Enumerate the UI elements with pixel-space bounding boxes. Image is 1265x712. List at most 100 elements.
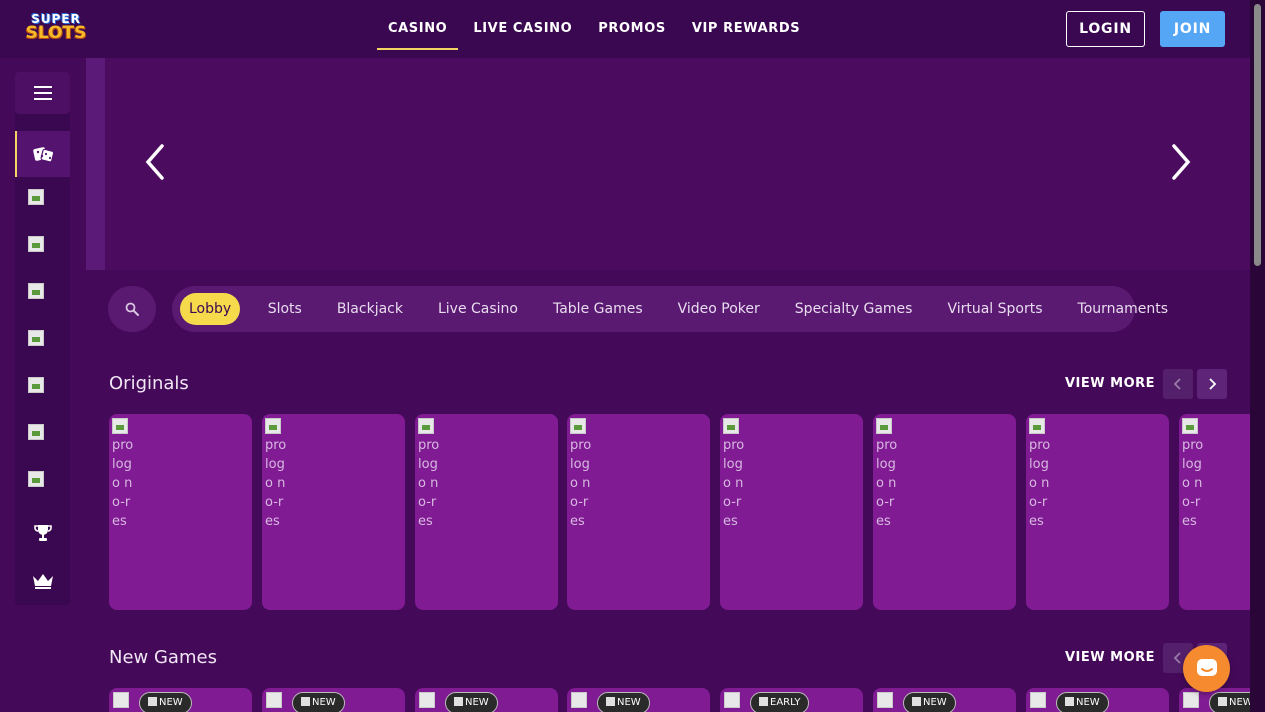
super-slots-logo[interactable]: SUPER SLOTS: [22, 12, 90, 46]
card-image-alt: pro logo no-res: [876, 418, 898, 531]
sidebar-item-casino[interactable]: [15, 131, 70, 177]
new-games-title: New Games: [109, 647, 217, 668]
hero-carousel: [105, 58, 1250, 270]
card-alt-text: pro logo no-res: [1029, 438, 1051, 529]
game-card[interactable]: pro logo no-res: [720, 414, 863, 610]
search-icon: [125, 302, 139, 316]
dice-icon: [32, 147, 54, 163]
category-tabs: Lobby Slots Blackjack Live Casino Table …: [172, 286, 1168, 332]
game-card[interactable]: pro logo no-res: [1179, 414, 1250, 610]
broken-image-icon: [1030, 692, 1046, 708]
chevron-left-icon: [1173, 378, 1181, 390]
scrollbar-thumb[interactable]: [1254, 4, 1261, 266]
new-games-view-more-link[interactable]: VIEW MORE: [1065, 650, 1155, 665]
game-card[interactable]: NEW: [567, 688, 710, 712]
game-card[interactable]: NEW: [1026, 688, 1169, 712]
sidebar-item-4[interactable]: [15, 319, 70, 365]
game-card[interactable]: pro logo no-res: [415, 414, 558, 610]
broken-image-icon: [266, 692, 282, 708]
new-badge: NEW: [1056, 692, 1109, 712]
tab-live-casino[interactable]: Live Casino: [420, 293, 535, 325]
originals-next-button[interactable]: [1197, 369, 1227, 399]
game-card[interactable]: NEW: [1179, 688, 1250, 712]
game-card[interactable]: pro logo no-res: [262, 414, 405, 610]
card-image-alt: pro logo no-res: [418, 418, 440, 531]
new-badge: NEW: [292, 692, 345, 712]
originals-row: pro logo no-res pro logo no-res pro logo…: [109, 414, 1250, 614]
card-alt-text: pro logo no-res: [112, 438, 134, 529]
new-badge: NEW: [903, 692, 956, 712]
login-button[interactable]: LOGIN: [1066, 11, 1145, 47]
carousel-prev-icon[interactable]: [140, 140, 170, 184]
nav-vip-rewards[interactable]: VIP REWARDS: [679, 0, 813, 58]
game-card[interactable]: NEW: [415, 688, 558, 712]
nav-casino[interactable]: CASINO: [375, 0, 460, 58]
originals-title: Originals: [109, 373, 189, 394]
tab-table-games[interactable]: Table Games: [535, 293, 660, 325]
sidebar-item-2[interactable]: [15, 225, 70, 271]
sidebar-item-3[interactable]: [15, 272, 70, 318]
broken-image-icon: [1183, 692, 1199, 708]
game-card[interactable]: pro logo no-res: [873, 414, 1016, 610]
early-badge: EARLY: [750, 692, 810, 712]
card-alt-text: pro logo no-res: [418, 438, 440, 529]
tab-tournaments[interactable]: Tournaments: [1060, 293, 1185, 325]
sidebar-item-7[interactable]: [15, 460, 70, 506]
chat-icon: [1196, 658, 1217, 676]
game-search-button[interactable]: [108, 286, 156, 332]
card-alt-text: pro logo no-res: [876, 438, 898, 529]
broken-image-icon: [570, 418, 586, 434]
broken-image-icon: [265, 418, 281, 434]
join-button[interactable]: JOIN: [1160, 11, 1225, 47]
sidebar-item-1[interactable]: [15, 178, 70, 224]
broken-image-icon: [571, 692, 587, 708]
broken-image-icon: [418, 418, 434, 434]
broken-image-icon: [27, 236, 44, 252]
sidebar-item-tournaments[interactable]: [15, 510, 70, 556]
game-card[interactable]: NEW: [873, 688, 1016, 712]
game-card[interactable]: EARLY: [720, 688, 863, 712]
sidebar: [15, 72, 70, 605]
new-badge: NEW: [139, 692, 192, 712]
game-card[interactable]: NEW: [262, 688, 405, 712]
sidebar-item-6[interactable]: [15, 413, 70, 459]
game-card[interactable]: pro logo no-res: [109, 414, 252, 610]
game-card[interactable]: pro logo no-res: [1026, 414, 1169, 610]
tab-virtual-sports[interactable]: Virtual Sports: [930, 293, 1060, 325]
originals-view-more-link[interactable]: VIEW MORE: [1065, 376, 1155, 391]
broken-image-icon: [27, 424, 44, 440]
broken-image-icon: [1029, 418, 1045, 434]
new-badge: NEW: [1209, 692, 1250, 712]
broken-image-icon: [876, 418, 892, 434]
tab-slots[interactable]: Slots: [250, 293, 319, 325]
broken-image-icon: [27, 471, 44, 487]
card-image-alt: pro logo no-res: [570, 418, 592, 531]
tab-blackjack[interactable]: Blackjack: [319, 293, 420, 325]
menu-icon: [33, 86, 52, 100]
sidebar-menu-button[interactable]: [15, 72, 70, 114]
card-image-alt: pro logo no-res: [112, 418, 134, 531]
sidebar-item-vip[interactable]: [15, 558, 70, 604]
game-card[interactable]: NEW: [109, 688, 252, 712]
main-nav: CASINO LIVE CASINO PROMOS VIP REWARDS: [375, 0, 813, 58]
carousel-next-icon[interactable]: [1166, 140, 1196, 184]
nav-live-casino[interactable]: LIVE CASINO: [460, 0, 585, 58]
broken-image-icon: [419, 692, 435, 708]
nav-promos[interactable]: PROMOS: [585, 0, 679, 58]
card-alt-text: pro logo no-res: [723, 438, 745, 529]
card-alt-text: pro logo no-res: [570, 438, 592, 529]
broken-image-icon: [113, 692, 129, 708]
broken-image-icon: [723, 418, 739, 434]
chat-launcher-button[interactable]: [1183, 645, 1230, 692]
tab-specialty-games[interactable]: Specialty Games: [777, 293, 930, 325]
game-card[interactable]: pro logo no-res: [567, 414, 710, 610]
broken-image-icon: [724, 692, 740, 708]
card-image-alt: pro logo no-res: [265, 418, 287, 531]
page-scrollbar[interactable]: [1250, 0, 1265, 712]
carousel-side-strip: [86, 58, 105, 270]
sidebar-item-5[interactable]: [15, 366, 70, 412]
card-image-alt: pro logo no-res: [723, 418, 745, 531]
tab-video-poker[interactable]: Video Poker: [660, 293, 777, 325]
tab-lobby[interactable]: Lobby: [180, 293, 241, 325]
originals-prev-button[interactable]: [1163, 369, 1193, 399]
